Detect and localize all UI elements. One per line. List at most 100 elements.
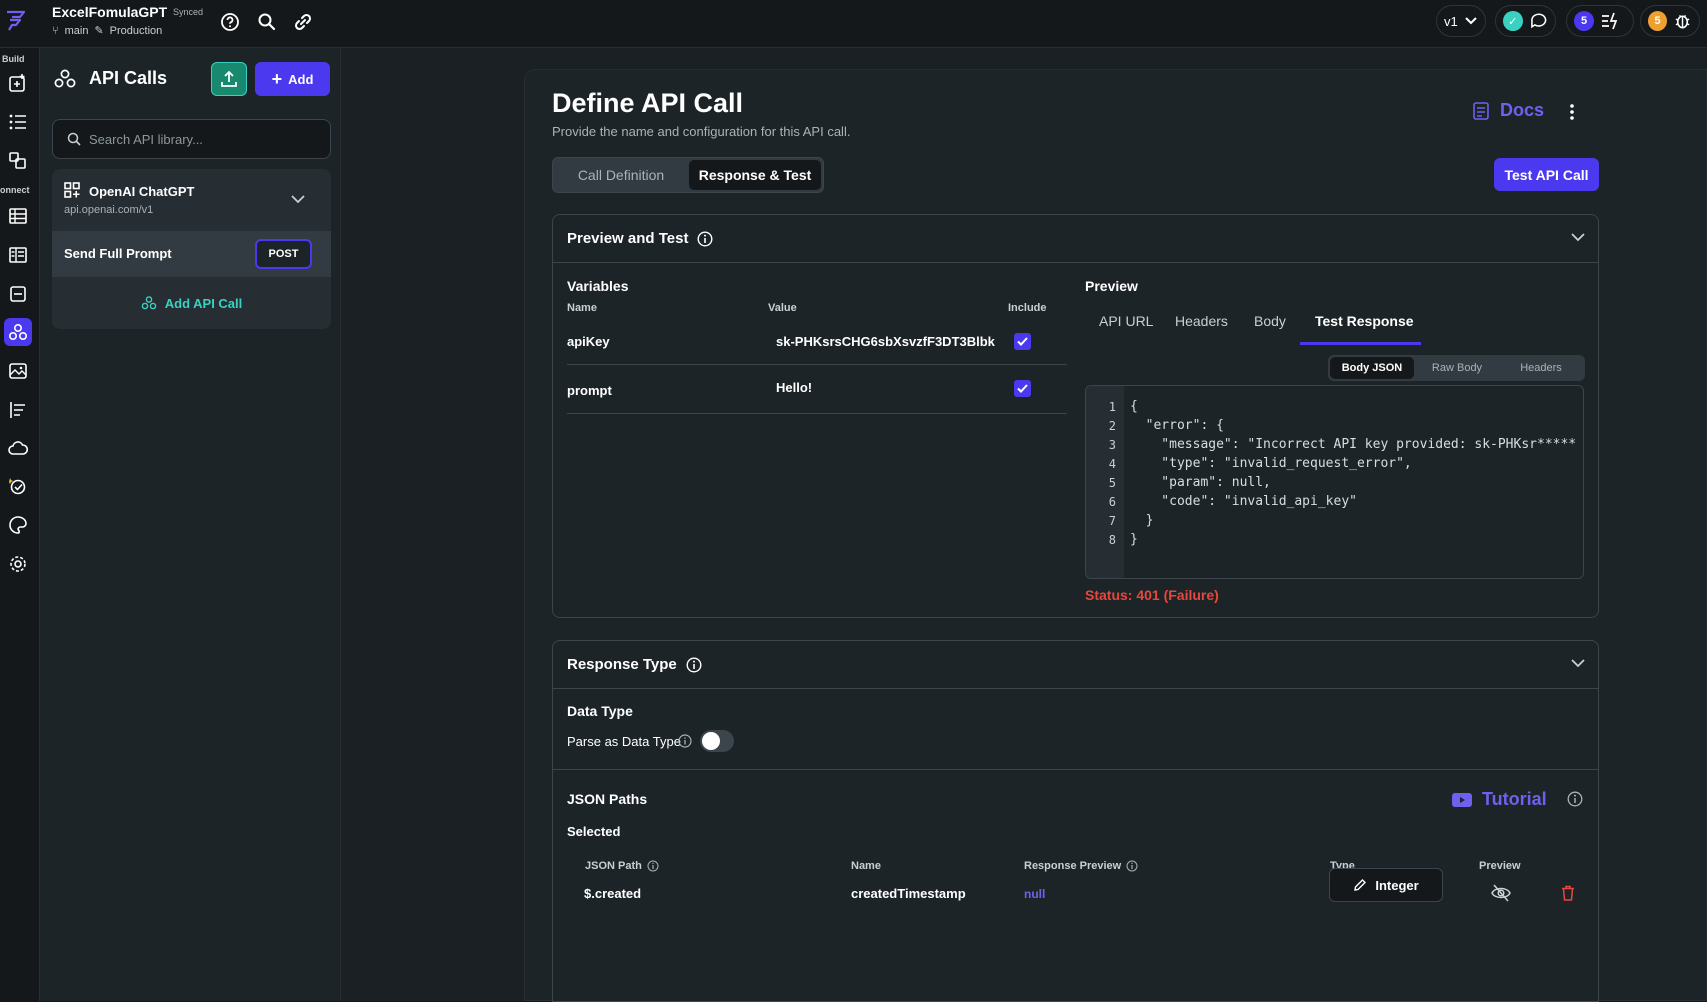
add-button[interactable]: + Add: [255, 62, 330, 96]
notifications-pill-b[interactable]: 5: [1640, 5, 1700, 37]
rail-cloud[interactable]: [4, 434, 32, 462]
include-checkbox[interactable]: [1014, 380, 1031, 397]
response-type-header[interactable]: Response Type: [553, 641, 1598, 689]
subtab-headers[interactable]: Headers: [1500, 357, 1582, 379]
cloud-icon: [8, 441, 28, 455]
json-path-name[interactable]: createdTimestamp: [851, 886, 966, 901]
rail-database[interactable]: [4, 202, 32, 230]
info-icon[interactable]: [1126, 860, 1138, 872]
rail-custom-code[interactable]: [4, 472, 32, 500]
components-icon: [9, 152, 26, 169]
search-input[interactable]: [89, 131, 309, 147]
active-tab-indicator: [1300, 342, 1421, 345]
upload-button[interactable]: [211, 62, 247, 96]
preview-tab-headers[interactable]: Headers: [1175, 313, 1228, 329]
response-code-viewer[interactable]: 1 2 3 4 5 6 7 8 { "error": { "message": …: [1085, 385, 1584, 579]
branch-name: main: [64, 24, 89, 37]
code-line: "param": null,: [1130, 475, 1271, 490]
preview-tab-test-response[interactable]: Test Response: [1315, 313, 1414, 329]
rail-media[interactable]: [4, 357, 32, 385]
status-pill[interactable]: ✓: [1495, 5, 1556, 37]
link-icon[interactable]: [292, 11, 314, 33]
api-group-header[interactable]: OpenAI ChatGPT api.openai.com/v1: [52, 169, 331, 231]
add-api-call-button[interactable]: Add API Call: [52, 277, 331, 329]
preview-test-title: Preview and Test: [567, 230, 689, 247]
test-api-call-button[interactable]: Test API Call: [1494, 158, 1599, 191]
sparkle-check-icon: [9, 478, 26, 495]
help-icon[interactable]: [219, 11, 241, 33]
eye-off-icon[interactable]: [1491, 884, 1511, 902]
left-rail: Build onnect: [0, 48, 40, 1001]
api-call-item[interactable]: Send Full Prompt POST: [52, 231, 331, 277]
notifications-pill-a[interactable]: 5: [1566, 5, 1634, 37]
rail-api-calls[interactable]: [4, 318, 32, 346]
chevron-down-icon[interactable]: [290, 193, 306, 205]
add-api-call-label: Add API Call: [164, 295, 243, 311]
rail-connect-label: onnect: [0, 185, 30, 195]
branch-info[interactable]: ⑂ main ✎ Production: [52, 24, 162, 38]
rail-theme[interactable]: [4, 511, 32, 539]
preview-tab-body[interactable]: Body: [1254, 313, 1286, 329]
flutterflow-logo-icon[interactable]: [2, 6, 30, 34]
chevron-down-icon[interactable]: [1570, 231, 1586, 243]
rail-app-values[interactable]: [4, 396, 32, 424]
col-response-preview-label: Response Preview: [1024, 860, 1122, 872]
code-line: }: [1130, 513, 1154, 528]
code-line: "type": "invalid_request_error",: [1130, 456, 1412, 471]
type-selector-button[interactable]: Integer: [1329, 868, 1443, 902]
rail-schema[interactable]: [4, 241, 32, 269]
variable-value[interactable]: Hello!: [776, 380, 812, 395]
image-icon: [9, 363, 27, 379]
search-icon[interactable]: [256, 11, 278, 33]
line-number: 6: [1108, 495, 1116, 509]
subtab-raw-body[interactable]: Raw Body: [1416, 357, 1498, 379]
more-vertical-icon[interactable]: [1568, 102, 1576, 122]
info-icon[interactable]: [1567, 791, 1583, 807]
info-icon[interactable]: [697, 230, 713, 247]
tutorial-link[interactable]: Tutorial: [1452, 789, 1547, 810]
panel-title: API Calls: [89, 68, 168, 88]
info-icon[interactable]: [647, 860, 659, 872]
col-name-header: Name: [851, 860, 881, 872]
preview-tab-api-url[interactable]: API URL: [1099, 313, 1153, 329]
rail-add-page[interactable]: [4, 69, 32, 97]
preview-test-header[interactable]: Preview and Test: [553, 215, 1598, 263]
parse-data-type-toggle[interactable]: [700, 730, 734, 752]
add-button-label: Add: [288, 71, 314, 87]
rail-storage[interactable]: [4, 280, 32, 308]
definition-tabs: Call Definition Response & Test: [552, 157, 824, 193]
notification-count-a: 5: [1574, 11, 1594, 31]
col-preview-label: Preview: [1479, 860, 1521, 872]
version-selector[interactable]: v1: [1436, 5, 1486, 37]
grid-add-icon: [64, 182, 80, 198]
include-checkbox[interactable]: [1014, 333, 1031, 350]
sync-status: Synced: [173, 7, 204, 17]
tab-response-test[interactable]: Response & Test: [689, 160, 821, 190]
text-list-icon: [10, 402, 25, 418]
chevron-down-icon[interactable]: [1570, 657, 1586, 669]
code-line: "message": "Incorrect API key provided: …: [1130, 437, 1577, 452]
subtab-body-json[interactable]: Body JSON: [1330, 357, 1414, 379]
docs-link[interactable]: Docs: [1472, 100, 1544, 121]
col-include-header: Include: [1008, 302, 1047, 314]
variable-value[interactable]: sk-PHKsrsCHG6sbXsvzfF3DT3Blbk: [776, 334, 995, 349]
youtube-icon: [1452, 792, 1472, 807]
gear-icon: [10, 556, 26, 572]
variable-row: apiKey sk-PHKsrsCHG6sbXsvzfF3DT3Blbk: [567, 316, 1067, 365]
info-icon[interactable]: [686, 656, 702, 673]
line-number: 5: [1108, 476, 1116, 490]
json-path-value[interactable]: $.created: [584, 886, 641, 901]
rail-components[interactable]: [4, 146, 32, 174]
rail-settings[interactable]: [4, 550, 32, 578]
info-icon[interactable]: [678, 734, 692, 748]
preview-test-section: Preview and Test Variables Name Value In…: [552, 214, 1599, 618]
project-name[interactable]: ExcelFomulaGPT: [52, 4, 167, 20]
tab-call-definition[interactable]: Call Definition: [555, 160, 687, 190]
api-calls-icon: [54, 69, 76, 88]
trash-icon[interactable]: [1561, 885, 1575, 901]
rail-widget-tree[interactable]: [4, 108, 32, 136]
branch-icon: ⑂: [52, 24, 59, 37]
api-calls-panel: API Calls + Add OpenAI ChatGPT api.opena…: [40, 48, 341, 1001]
search-box[interactable]: [52, 119, 331, 159]
response-preview-value: null: [1024, 887, 1046, 901]
